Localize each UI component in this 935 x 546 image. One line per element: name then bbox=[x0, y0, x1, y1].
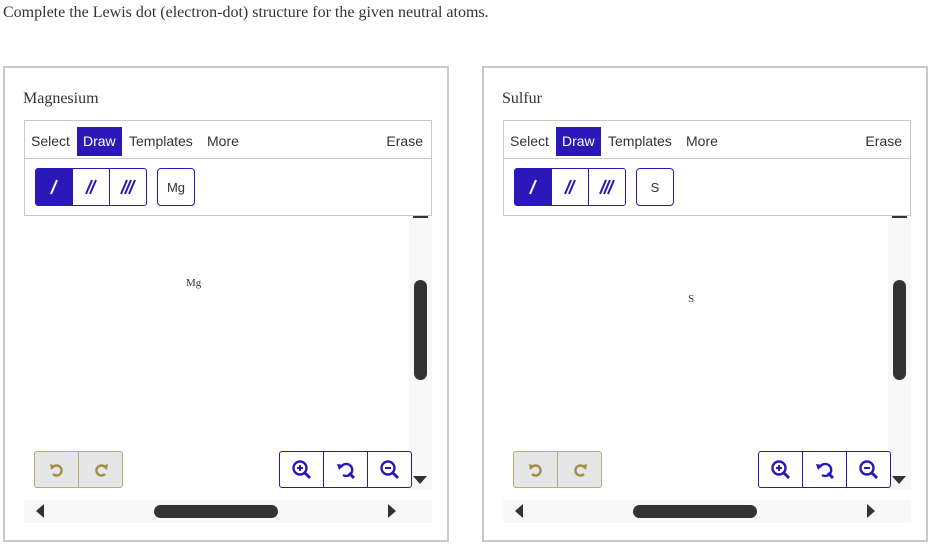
menu-draw[interactable]: Draw bbox=[77, 127, 122, 156]
draw-toolbar: Mg bbox=[24, 158, 432, 216]
redo-button[interactable] bbox=[558, 452, 601, 487]
menu-select[interactable]: Select bbox=[504, 127, 555, 156]
vertical-scroll-thumb[interactable] bbox=[414, 280, 427, 380]
scroll-down-arrow-icon[interactable] bbox=[413, 476, 427, 484]
zoom-reset-icon bbox=[815, 462, 834, 479]
vertical-scroll-thumb[interactable] bbox=[893, 280, 906, 380]
zoom-in-button[interactable] bbox=[280, 452, 324, 487]
undo-icon bbox=[49, 463, 63, 477]
triple-bond-icon bbox=[599, 179, 615, 195]
zoom-reset-button[interactable] bbox=[803, 452, 847, 487]
double-bond-icon bbox=[564, 179, 576, 195]
single-bond-button[interactable] bbox=[515, 169, 552, 205]
menu-erase[interactable]: Erase bbox=[859, 127, 908, 156]
scroll-left-arrow-icon[interactable] bbox=[515, 504, 523, 518]
zoom-out-button[interactable] bbox=[847, 452, 890, 487]
undo-button[interactable] bbox=[514, 452, 558, 487]
scroll-right-arrow-icon[interactable] bbox=[867, 504, 875, 518]
menu-select[interactable]: Select bbox=[25, 127, 76, 156]
single-bond-button[interactable] bbox=[36, 169, 73, 205]
zoom-in-icon bbox=[291, 459, 311, 479]
triple-bond-button[interactable] bbox=[589, 169, 625, 205]
canvas-atom-label[interactable]: Mg bbox=[186, 277, 201, 289]
zoom-button-group bbox=[279, 451, 412, 488]
undo-redo-group bbox=[513, 451, 602, 488]
menu-templates[interactable]: Templates bbox=[123, 127, 199, 156]
undo-icon bbox=[528, 463, 542, 477]
zoom-in-icon bbox=[770, 459, 790, 479]
bond-button-group bbox=[514, 168, 626, 206]
triple-bond-button[interactable] bbox=[110, 169, 146, 205]
double-bond-icon bbox=[85, 179, 97, 195]
menu-erase[interactable]: Erase bbox=[380, 127, 429, 156]
panel-title: Sulfur bbox=[502, 90, 542, 107]
horizontal-scroll-thumb[interactable] bbox=[633, 505, 757, 518]
redo-button[interactable] bbox=[79, 452, 122, 487]
panel-magnesium: Magnesium Select Draw Templates More Era… bbox=[3, 66, 449, 542]
structure-editor: Select Draw Templates More Erase Mg Mg bbox=[24, 120, 432, 524]
scroll-right-arrow-icon[interactable] bbox=[388, 504, 396, 518]
editor-menubar: Select Draw Templates More Erase bbox=[503, 120, 911, 158]
double-bond-button[interactable] bbox=[552, 169, 589, 205]
canvas-atom-label[interactable]: S bbox=[688, 293, 694, 305]
question-prompt: Complete the Lewis dot (electron-dot) st… bbox=[3, 4, 489, 21]
double-bond-button[interactable] bbox=[73, 169, 110, 205]
zoom-button-group bbox=[758, 451, 891, 488]
bond-button-group bbox=[35, 168, 147, 206]
menu-draw[interactable]: Draw bbox=[556, 127, 601, 156]
panel-sulfur: Sulfur Select Draw Templates More Erase … bbox=[482, 66, 928, 542]
horizontal-scrollbar[interactable] bbox=[24, 500, 432, 523]
zoom-out-icon bbox=[379, 459, 399, 479]
structure-editor: Select Draw Templates More Erase S S bbox=[503, 120, 911, 524]
editor-menubar: Select Draw Templates More Erase bbox=[24, 120, 432, 158]
zoom-in-button[interactable] bbox=[759, 452, 803, 487]
zoom-out-icon bbox=[858, 459, 878, 479]
redo-icon bbox=[94, 463, 108, 477]
horizontal-scroll-thumb[interactable] bbox=[154, 505, 278, 518]
atom-button[interactable]: Mg bbox=[157, 168, 195, 206]
zoom-out-button[interactable] bbox=[368, 452, 411, 487]
scrollbar-top-line bbox=[892, 216, 907, 218]
scroll-down-arrow-icon[interactable] bbox=[892, 476, 906, 484]
zoom-reset-icon bbox=[336, 462, 355, 479]
menu-more[interactable]: More bbox=[201, 127, 245, 156]
panel-title: Magnesium bbox=[23, 90, 99, 107]
vertical-scrollbar[interactable] bbox=[888, 216, 911, 490]
vertical-scrollbar[interactable] bbox=[409, 216, 432, 490]
menu-more[interactable]: More bbox=[680, 127, 724, 156]
menu-templates[interactable]: Templates bbox=[602, 127, 678, 156]
undo-redo-group bbox=[34, 451, 123, 488]
atom-button[interactable]: S bbox=[636, 168, 674, 206]
undo-button[interactable] bbox=[35, 452, 79, 487]
redo-icon bbox=[573, 463, 587, 477]
single-bond-icon bbox=[529, 179, 537, 195]
scrollbar-top-line bbox=[413, 216, 428, 218]
draw-toolbar: S bbox=[503, 158, 911, 216]
scroll-left-arrow-icon[interactable] bbox=[36, 504, 44, 518]
single-bond-icon bbox=[50, 179, 58, 195]
zoom-reset-button[interactable] bbox=[324, 452, 368, 487]
horizontal-scrollbar[interactable] bbox=[503, 500, 911, 523]
triple-bond-icon bbox=[120, 179, 136, 195]
